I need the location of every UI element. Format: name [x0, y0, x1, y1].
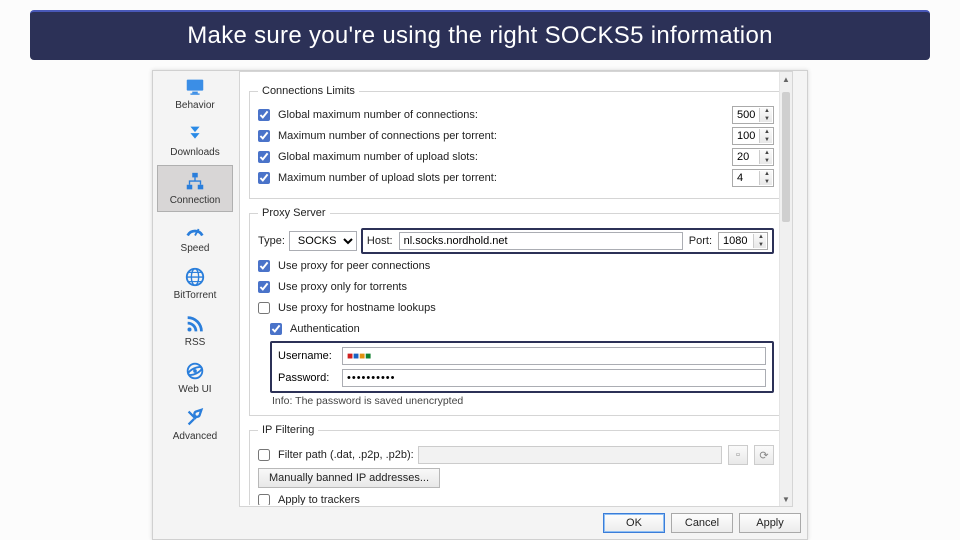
sidebar-item-label: Behavior — [175, 100, 214, 111]
sidebar-item-connection[interactable]: Connection — [157, 165, 233, 212]
sidebar-item-label: Speed — [181, 243, 210, 254]
sidebar-item-rss[interactable]: RSS — [157, 308, 233, 353]
auth-highlight: Username: ■■■■ Password: •••••••••• — [270, 341, 774, 393]
group-legend: Connections Limits — [258, 85, 359, 97]
tools-icon — [183, 407, 207, 429]
ok-button[interactable]: OK — [603, 513, 665, 533]
vertical-scrollbar[interactable]: ▲ ▼ — [779, 72, 792, 506]
opt-label: Authentication — [290, 323, 360, 335]
filter-path-input[interactable] — [418, 446, 722, 464]
opt-label: Use proxy for hostname lookups — [278, 302, 436, 314]
username-input[interactable]: ■■■■ — [342, 347, 766, 365]
downloads-icon — [183, 123, 207, 145]
group-legend: IP Filtering — [258, 424, 318, 436]
global-max-upload-check[interactable] — [258, 151, 270, 163]
type-label: Type: — [258, 235, 285, 247]
opt-label: Use proxy for peer connections — [278, 260, 430, 272]
sidebar: Behavior Downloads Connection Speed BitT… — [157, 71, 233, 511]
opt-label: Filter path (.dat, .p2p, .p2b): — [278, 449, 414, 461]
cancel-button[interactable]: Cancel — [671, 513, 733, 533]
opt-label: Maximum number of upload slots per torre… — [278, 172, 497, 184]
monitor-icon — [183, 76, 207, 98]
opt-label: Apply to trackers — [278, 494, 360, 505]
dialog-button-bar: OK Cancel Apply — [239, 511, 805, 535]
sidebar-item-webui[interactable]: Web UI — [157, 355, 233, 400]
sidebar-item-label: Advanced — [173, 431, 217, 442]
proxy-port-spin[interactable]: 1080▲▼ — [718, 232, 768, 250]
sidebar-item-bittorrent[interactable]: BitTorrent — [157, 261, 233, 306]
port-label: Port: — [689, 235, 712, 247]
global-max-conn-spin[interactable]: 500▲▼ — [732, 106, 774, 124]
max-conn-per-torrent-spin[interactable]: 100▲▼ — [732, 127, 774, 145]
globe-icon — [183, 266, 207, 288]
opt-label: Global maximum number of upload slots: — [278, 151, 478, 163]
webui-icon — [183, 360, 207, 382]
proxy-type-select[interactable]: SOCKS5 — [289, 231, 357, 251]
ip-filtering-group: IP Filtering Filter path (.dat, .p2p, .p… — [249, 424, 783, 505]
opt-label: Maximum number of connections per torren… — [278, 130, 497, 142]
sidebar-item-behavior[interactable]: Behavior — [157, 71, 233, 116]
max-conn-per-torrent-check[interactable] — [258, 130, 270, 142]
scroll-thumb[interactable] — [782, 92, 790, 222]
proxy-peer-check[interactable] — [258, 260, 270, 272]
browse-button[interactable]: ▫ — [728, 445, 748, 465]
password-label: Password: — [278, 372, 336, 384]
opt-label: Global maximum number of connections: — [278, 109, 478, 121]
folder-icon: ▫ — [736, 449, 740, 461]
host-label: Host: — [367, 235, 393, 247]
max-upload-per-torrent-spin[interactable]: 4▲▼ — [732, 169, 774, 187]
sidebar-item-downloads[interactable]: Downloads — [157, 118, 233, 163]
username-label: Username: — [278, 350, 336, 362]
sidebar-item-speed[interactable]: Speed — [157, 214, 233, 259]
host-port-highlight: Host: Port: 1080▲▼ — [361, 228, 774, 254]
apply-trackers-check[interactable] — [258, 494, 270, 505]
opt-label: Use proxy only for torrents — [278, 281, 407, 293]
password-info: Info: The password is saved unencrypted — [272, 395, 774, 407]
scroll-up-icon: ▲ — [780, 72, 792, 86]
filter-path-check[interactable] — [258, 449, 270, 461]
connection-icon — [183, 171, 207, 193]
banned-ips-button[interactable]: Manually banned IP addresses... — [258, 468, 440, 488]
auth-check[interactable] — [270, 323, 282, 335]
proxy-host-input[interactable] — [399, 232, 683, 250]
instruction-banner: Make sure you're using the right SOCKS5 … — [30, 10, 930, 60]
proxy-torrents-check[interactable] — [258, 281, 270, 293]
scroll-down-icon: ▼ — [780, 492, 792, 506]
connections-limits-group: Connections Limits Global maximum number… — [249, 85, 783, 199]
speed-icon — [183, 219, 207, 241]
password-input[interactable]: •••••••••• — [342, 369, 766, 387]
group-legend: Proxy Server — [258, 207, 330, 219]
rss-icon — [183, 313, 207, 335]
apply-button[interactable]: Apply — [739, 513, 801, 533]
sidebar-item-label: Connection — [170, 195, 221, 206]
sidebar-item-label: BitTorrent — [174, 290, 217, 301]
settings-panel: Connections Limits Global maximum number… — [239, 71, 793, 507]
proxy-hostname-check[interactable] — [258, 302, 270, 314]
max-upload-per-torrent-check[interactable] — [258, 172, 270, 184]
banner-text: Make sure you're using the right SOCKS5 … — [187, 22, 773, 50]
sidebar-item-label: Downloads — [170, 147, 219, 158]
proxy-server-group: Proxy Server Type: SOCKS5 Host: Port: 10… — [249, 207, 783, 416]
global-max-conn-check[interactable] — [258, 109, 270, 121]
options-dialog: Behavior Downloads Connection Speed BitT… — [152, 70, 808, 540]
sidebar-item-label: Web UI — [178, 384, 211, 395]
global-max-upload-spin[interactable]: 20▲▼ — [732, 148, 774, 166]
reload-icon: ⟳ — [759, 449, 768, 462]
sidebar-item-advanced[interactable]: Advanced — [157, 402, 233, 447]
reload-button[interactable]: ⟳ — [754, 445, 774, 465]
sidebar-item-label: RSS — [185, 337, 206, 348]
